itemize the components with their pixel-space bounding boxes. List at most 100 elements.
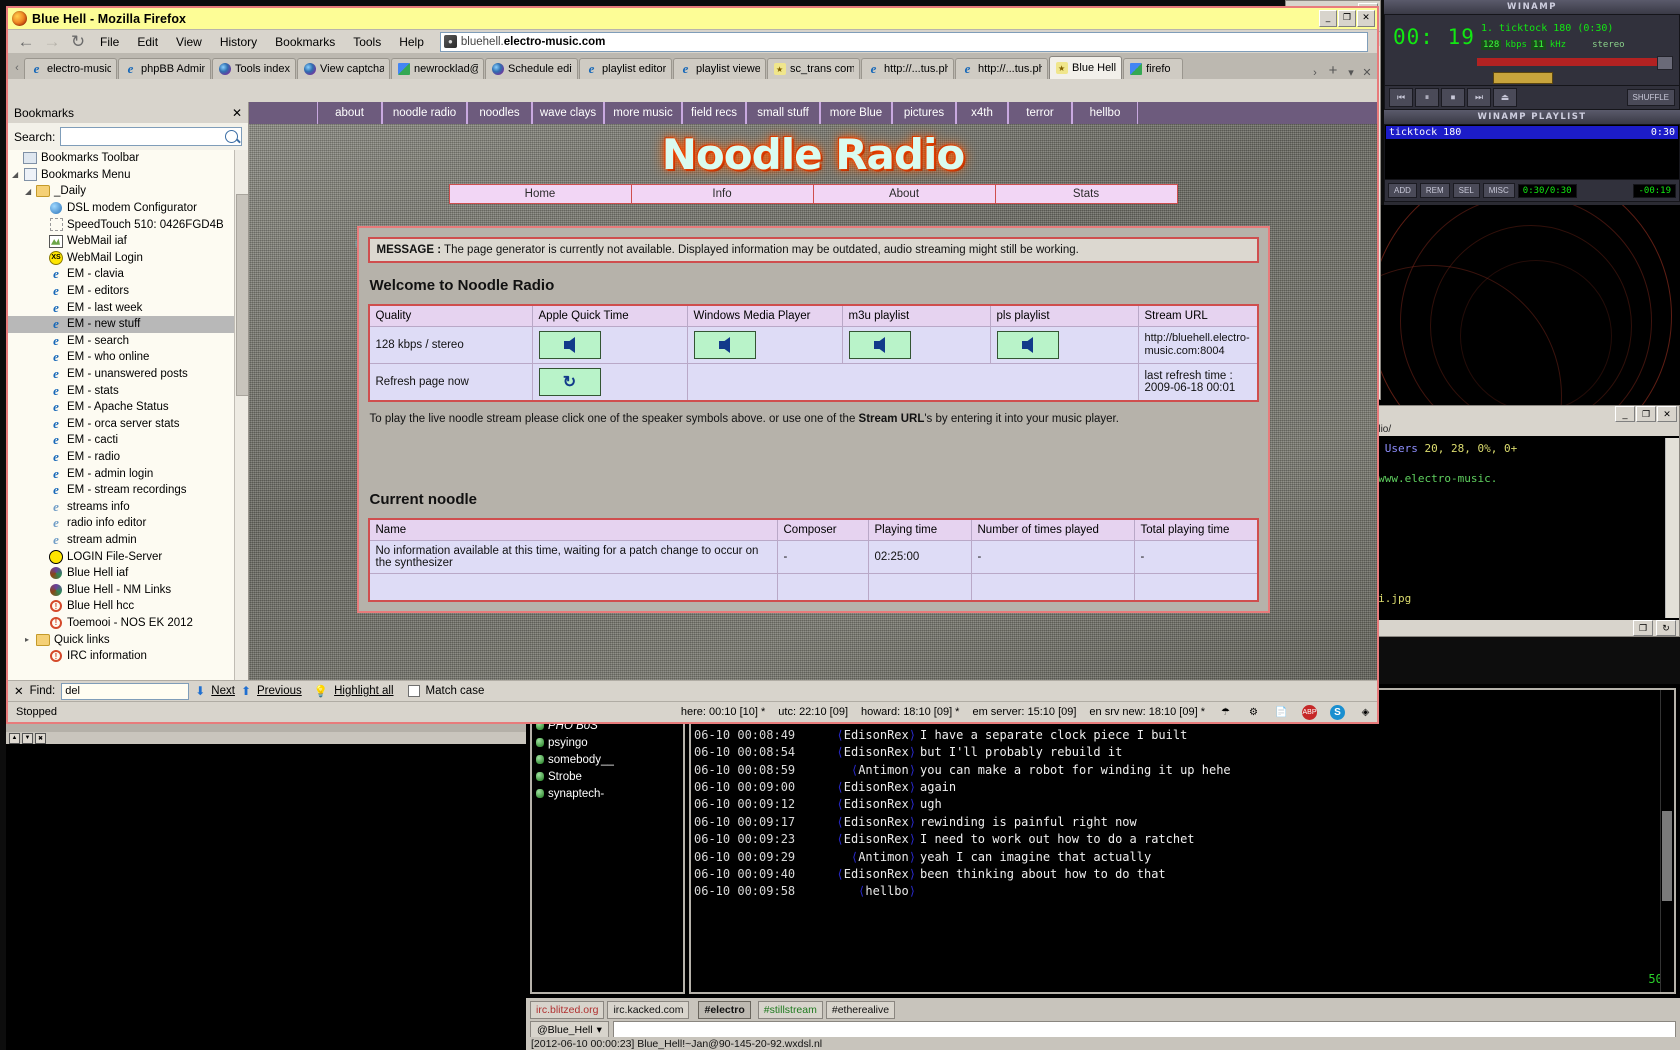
find-bar[interactable]: ✕ Find: del ⬇ Next ⬆ Previous 💡 Highligh…	[8, 680, 1377, 701]
bookmark-item-24[interactable]: LOGIN File-Server	[8, 548, 248, 565]
close-button[interactable]: ✕	[1357, 10, 1375, 27]
tab-list-button[interactable]: ▾	[1343, 66, 1359, 79]
bookmark-item-15[interactable]: e EM - Apache Status	[8, 399, 248, 416]
quicktime-play-button[interactable]	[538, 331, 601, 359]
find-next-icon[interactable]: ⬇	[195, 684, 205, 698]
bookmark-item-5[interactable]: WebMail iaf	[8, 233, 248, 250]
bookmark-item-20[interactable]: e EM - stream recordings	[8, 482, 248, 499]
bookmark-item-13[interactable]: e EM - unanswered posts	[8, 366, 248, 383]
bookmark-item-21[interactable]: e streams info	[8, 498, 248, 515]
bookmark-item-30[interactable]: ! IRC information	[8, 648, 248, 665]
bookmark-item-10[interactable]: e EM - new stuff	[8, 315, 248, 333]
browser-tab-9[interactable]: e http://...tus.php	[861, 58, 955, 79]
sidebar-close-icon[interactable]: ✕	[232, 106, 242, 120]
winamp-playlist-sel-button[interactable]: SEL	[1452, 183, 1480, 198]
irc-tab-0[interactable]: irc.blitzed.org	[530, 1001, 605, 1019]
topnav-item-7[interactable]: more Blue	[820, 102, 892, 124]
bookmark-item-25[interactable]: Blue Hell iaf	[8, 565, 248, 582]
plugin-icon[interactable]: ⚙	[1246, 705, 1261, 720]
firefox-window[interactable]: Blue Hell - Mozilla Firefox _ ❐ ✕ ← → ↻ …	[6, 6, 1379, 724]
sidebar-search-row[interactable]: Search:	[8, 123, 248, 150]
find-next-button[interactable]: Next	[211, 685, 235, 697]
demo-mini-toolbar[interactable]: ▲ ▼ ✖	[6, 732, 526, 744]
browser-tab-11[interactable]: ★ Blue Hell	[1049, 56, 1123, 79]
browser-tab-7[interactable]: e playlist viewer...	[673, 58, 767, 79]
topnav-item-10[interactable]: terror	[1008, 102, 1072, 124]
topnav-item-4[interactable]: more music	[604, 102, 682, 124]
bookmark-item-19[interactable]: e EM - admin login	[8, 465, 248, 482]
tab-scroll-right-button[interactable]: ›	[1307, 67, 1323, 79]
bookmark-item-3[interactable]: DSL modem Configurator	[8, 200, 248, 217]
find-previous-icon[interactable]: ⬆	[241, 684, 251, 698]
find-matchcase-checkbox[interactable]	[407, 685, 420, 697]
demo-up-button[interactable]: ▲	[9, 732, 20, 744]
winamp-transport-controls[interactable]: ⏮ ⏸ ⏹ ⏭ ⏏ SHUFFLE	[1384, 86, 1680, 110]
browser-tab-1[interactable]: e phpBB Admini...	[118, 58, 211, 79]
irc-tab-1[interactable]: irc.kacked.com	[607, 1001, 690, 1019]
cell-pls[interactable]	[989, 326, 1139, 364]
firefox-tabbar[interactable]: ‹ e electro-music... e phpBB Admini... Tools…	[8, 53, 1377, 79]
tab-close-button[interactable]: ✕	[1359, 66, 1375, 79]
winamp-eject-button[interactable]: ⏏	[1493, 88, 1517, 107]
irc-nick-item[interactable]: Strobe	[532, 768, 683, 785]
cell-stream-url[interactable]: http://bluehell.electro-music.com:8004	[1137, 326, 1258, 364]
topnav-item-11[interactable]: hellbo	[1072, 102, 1138, 124]
bookmarks-sidebar[interactable]: Bookmarks ✕ Search: Bookmarks Toolbar ◢ Bo…	[8, 102, 249, 722]
menu-view[interactable]: View	[168, 33, 210, 51]
bookmark-item-29[interactable]: ▸ Quick links	[8, 631, 248, 648]
twisty-icon[interactable]: ▸	[25, 635, 36, 644]
winamp-stop-button[interactable]: ⏹	[1441, 88, 1465, 107]
find-close-icon[interactable]: ✕	[14, 684, 24, 698]
twisty-icon[interactable]: ◢	[25, 187, 36, 196]
irc-window[interactable]: moospemdasiPHO BoSpsyingosomebody__Strob…	[526, 684, 1680, 1050]
status-window-scrollbar[interactable]	[1665, 438, 1679, 618]
cell-wmp[interactable]	[686, 326, 843, 364]
demo-close-button[interactable]: ✖	[35, 732, 46, 744]
menu-help[interactable]: Help	[391, 33, 432, 51]
window-controls[interactable]: _ ❐ ✕	[1319, 10, 1375, 27]
bookmark-item-0[interactable]: Bookmarks Toolbar	[8, 150, 248, 167]
page-icon[interactable]: 📄	[1274, 705, 1289, 720]
browser-tab-8[interactable]: ★ sc_trans com...	[767, 58, 861, 79]
bookmark-item-8[interactable]: e EM - editors	[8, 283, 248, 300]
status-window-close-button[interactable]: ✕	[1657, 406, 1677, 422]
irc-chat-pane[interactable]: 06-10 00:08:38⟨Antimon⟩ah ok Paul06-10 0…	[689, 688, 1676, 994]
menu-file[interactable]: File	[92, 33, 127, 51]
site-subnav[interactable]: Home Info About Stats	[448, 184, 1178, 204]
bookmark-item-18[interactable]: e EM - radio	[8, 449, 248, 466]
winamp-pause-button[interactable]: ⏸	[1415, 88, 1439, 107]
winamp-playlist-rem-button[interactable]: REM	[1419, 183, 1450, 198]
cell-refresh-button[interactable]: ↻	[531, 363, 688, 402]
find-previous-button[interactable]: Previous	[257, 685, 302, 697]
winamp-shuffle-button[interactable]: SHUFFLE	[1626, 89, 1675, 106]
cell-m3u[interactable]	[841, 326, 991, 364]
browser-tab-0[interactable]: e electro-music...	[24, 58, 117, 79]
adblock-icon[interactable]: ABP	[1302, 704, 1317, 720]
subnav-item-3[interactable]: Stats	[996, 185, 1177, 203]
status-window-reload-button[interactable]: ↻	[1656, 620, 1676, 636]
bookmark-item-23[interactable]: e stream admin	[8, 532, 248, 549]
bookmark-item-9[interactable]: e EM - last week	[8, 299, 248, 316]
winamp-playlist-add-button[interactable]: ADD	[1388, 183, 1417, 198]
status-window-maximize-button[interactable]: ❐	[1636, 406, 1656, 422]
status-window-restore-button[interactable]: ❐	[1633, 620, 1653, 636]
weather-icon[interactable]: ☂	[1218, 705, 1233, 720]
menu-bookmarks[interactable]: Bookmarks	[267, 33, 343, 51]
url-bar[interactable]: ● bluehell. electro-music.com	[439, 31, 1368, 52]
tab-scroll-left-button[interactable]: ‹	[10, 57, 24, 79]
winamp-playlist-misc-button[interactable]: MISC	[1482, 183, 1515, 198]
new-tab-button[interactable]: +	[1323, 62, 1343, 79]
cell-quicktime[interactable]	[531, 326, 688, 364]
browser-tab-6[interactable]: e playlist editor :...	[579, 58, 673, 79]
browser-tab-4[interactable]: newrocklad@...	[391, 58, 485, 79]
topnav-item-8[interactable]: pictures	[892, 102, 956, 124]
bookmark-item-27[interactable]: ! Blue Hell hcc	[8, 598, 248, 615]
bookmark-item-16[interactable]: e EM - orca server stats	[8, 416, 248, 433]
bookmark-item-28[interactable]: ! Toemooi - NOS EK 2012	[8, 615, 248, 632]
site-top-nav[interactable]: about noodle radio noodles wave clays more m…	[249, 102, 1377, 124]
skype-icon[interactable]: S	[1330, 704, 1345, 720]
firefox-menubar[interactable]: ← → ↻ File Edit View History Bookmarks T…	[8, 30, 1377, 53]
bookmark-item-4[interactable]: SpeedTouch 510: 0426FGD4B	[8, 216, 248, 233]
menu-history[interactable]: History	[212, 33, 265, 51]
pls-play-button[interactable]	[996, 331, 1059, 359]
